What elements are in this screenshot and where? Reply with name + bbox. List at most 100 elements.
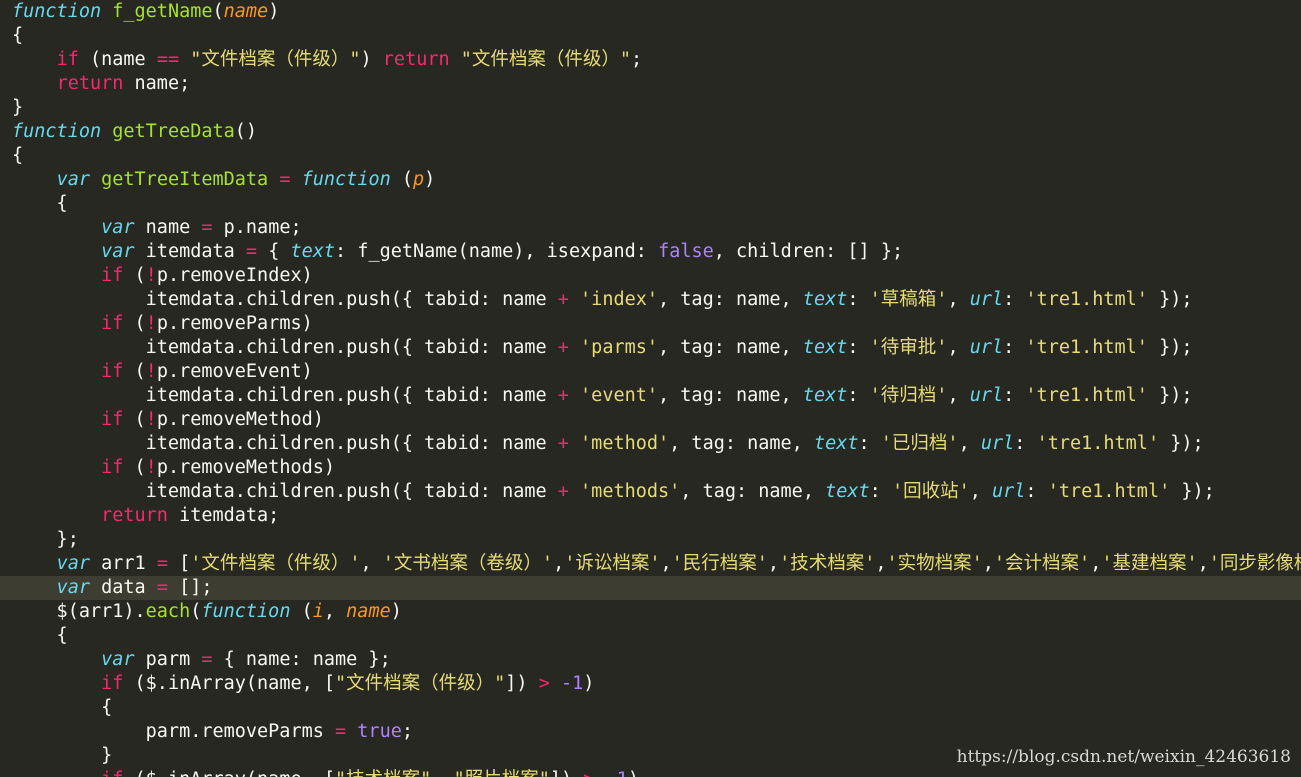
plain-token: p.removeIndex) xyxy=(156,265,313,286)
plain-token: itemdata; xyxy=(167,505,280,526)
code-line[interactable]: var getTreeItemData = function (p) xyxy=(0,168,1301,192)
function-name-token: getTreeData xyxy=(112,121,235,142)
operator-token: + xyxy=(557,433,569,454)
plain-token: ; xyxy=(401,721,413,742)
plain-token: } xyxy=(12,97,24,118)
watermark-url: https://blog.csdn.net/weixin_42463618 xyxy=(956,747,1291,767)
parameter-token: p xyxy=(413,169,425,190)
keyword-token: if xyxy=(56,49,79,70)
code-line[interactable]: function getTreeData() xyxy=(0,120,1301,144)
plain-token: p.name; xyxy=(212,217,302,238)
plain-token: itemdata.children.push({ tabid: name xyxy=(12,433,558,454)
code-line[interactable]: var parm = { name: name }; xyxy=(0,648,1301,672)
code-line[interactable]: var itemdata = { text: f_getName(name), … xyxy=(0,240,1301,264)
plain-token: }); xyxy=(1159,433,1204,454)
code-line[interactable]: if ($.inArray(name, ["文件档案（件级）"]) > -1) xyxy=(0,672,1301,696)
operator-token: = xyxy=(279,169,291,190)
code-line[interactable]: { xyxy=(0,624,1301,648)
code-line[interactable]: $(arr1).each(function (i, name) xyxy=(0,600,1301,624)
code-line-active[interactable]: var data = []; xyxy=(0,576,1301,600)
plain-token: , xyxy=(431,769,453,777)
storage-token: text xyxy=(825,481,870,502)
plain-token: p.removeMethod) xyxy=(156,409,324,430)
string-token: 'event' xyxy=(580,385,659,406)
function-name-token: f_getName xyxy=(112,1,213,22)
storage-token: function xyxy=(12,1,102,22)
plain-token: , xyxy=(947,385,970,406)
plain-token: data xyxy=(89,577,157,598)
string-token: 'tre1.html' xyxy=(1025,337,1148,358)
code-line[interactable]: if (!p.removeEvent) xyxy=(0,360,1301,384)
code-line[interactable]: var arr1 = ['文件档案（件级）', '文书档案（卷级）','诉讼档案… xyxy=(0,552,1301,576)
operator-token: ! xyxy=(145,409,157,430)
string-token: '文书档案（卷级）' xyxy=(382,553,554,574)
code-line[interactable]: return name; xyxy=(0,72,1301,96)
code-line[interactable]: itemdata.children.push({ tabid: name + '… xyxy=(0,288,1301,312)
plain-token: $(arr1). xyxy=(12,601,146,622)
plain-token: []; xyxy=(167,577,213,598)
code-line[interactable]: { xyxy=(0,144,1301,168)
code-line[interactable]: }; xyxy=(0,528,1301,552)
string-token: 'tre1.html' xyxy=(1047,481,1171,502)
code-line[interactable]: itemdata.children.push({ tabid: name + '… xyxy=(0,480,1301,504)
string-token: '基建档案' xyxy=(1101,553,1198,574)
string-token: '文件档案（件级）' xyxy=(190,553,361,574)
plain-token: : xyxy=(858,433,881,454)
plain-token: : xyxy=(847,337,870,358)
code-line[interactable]: itemdata.children.push({ tabid: name + '… xyxy=(0,336,1301,360)
code-line[interactable]: parm.removeParms = true; xyxy=(0,720,1301,744)
constant-token: true xyxy=(357,721,402,742)
code-line[interactable]: { xyxy=(0,24,1301,48)
operator-token: = xyxy=(201,217,213,238)
code-line[interactable]: if (!p.removeMethods) xyxy=(0,456,1301,480)
code-line[interactable]: } xyxy=(0,96,1301,120)
plain-token: ( xyxy=(123,361,146,382)
storage-token: text xyxy=(802,385,848,406)
code-line[interactable]: return itemdata; xyxy=(0,504,1301,528)
operator-token: > xyxy=(538,673,550,694)
code-line[interactable]: { xyxy=(0,696,1301,720)
keyword-token: if xyxy=(101,409,124,430)
code-line[interactable]: if (name == "文件档案（件级）") return "文件档案（件级）… xyxy=(0,48,1301,72)
code-line[interactable]: if ($.inArray(name, ["技术档案", "照片档案"]) > … xyxy=(0,768,1301,777)
code-line[interactable]: itemdata.children.push({ tabid: name + '… xyxy=(0,432,1301,456)
plain-token: itemdata.children.push({ tabid: name xyxy=(12,289,558,310)
plain-token: , xyxy=(1090,553,1102,574)
keyword-token: if xyxy=(101,673,124,694)
operator-token: = xyxy=(156,577,168,598)
code-line[interactable]: function f_getName(name) xyxy=(0,0,1301,24)
plain-token: p.removeParms) xyxy=(156,313,313,334)
storage-token: text xyxy=(802,289,848,310)
code-line[interactable]: if (!p.removeMethod) xyxy=(0,408,1301,432)
code-line[interactable]: itemdata.children.push({ tabid: name + '… xyxy=(0,384,1301,408)
operator-token: + xyxy=(557,481,569,502)
operator-token: > xyxy=(583,769,594,777)
string-token: 'tre1.html' xyxy=(1036,433,1160,454)
plain-token: , tag: name, xyxy=(669,433,814,454)
string-token: '草稿箱' xyxy=(869,289,948,310)
code-line[interactable]: if (!p.removeParms) xyxy=(0,312,1301,336)
code-editor[interactable]: function f_getName(name){ if (name == "文… xyxy=(0,0,1301,777)
plain-token: , xyxy=(958,433,981,454)
code-line[interactable]: { xyxy=(0,192,1301,216)
storage-token: url xyxy=(969,337,1004,358)
storage-token: url xyxy=(980,433,1015,454)
code-line[interactable]: if (!p.removeIndex) xyxy=(0,264,1301,288)
plain-token: { xyxy=(257,241,291,262)
string-token: '民行档案' xyxy=(671,553,768,574)
code-line[interactable]: var name = p.name; xyxy=(0,216,1301,240)
